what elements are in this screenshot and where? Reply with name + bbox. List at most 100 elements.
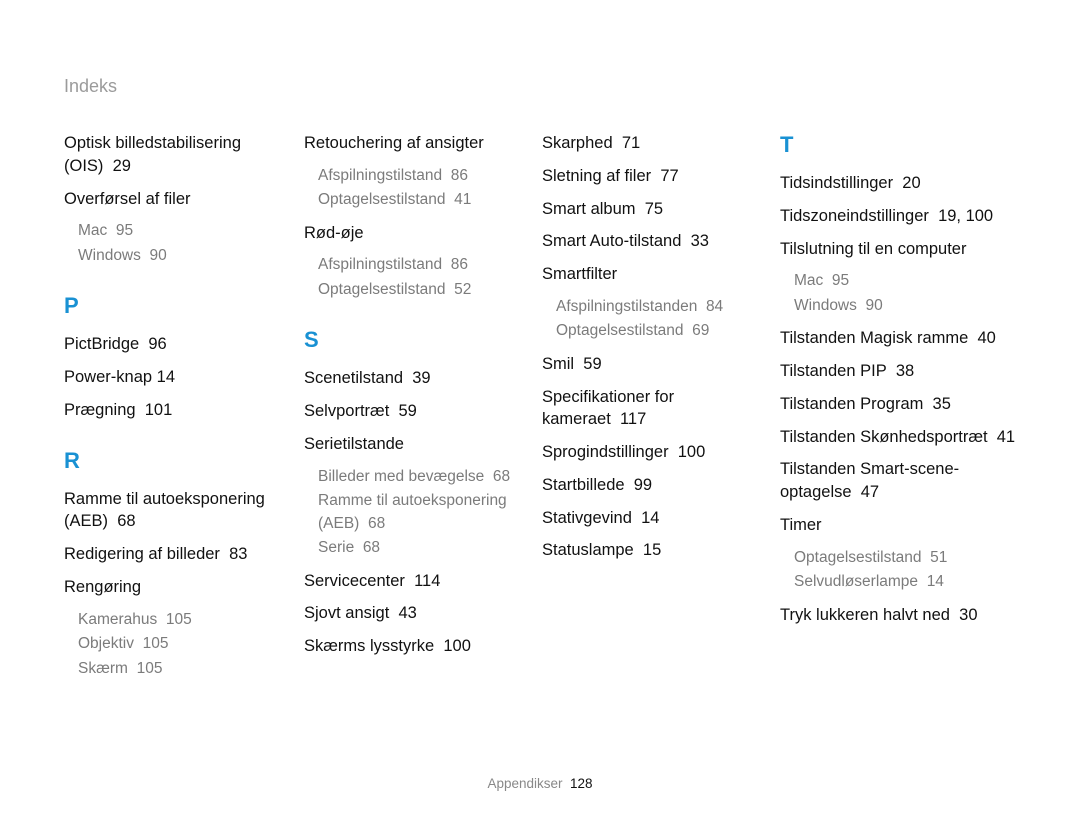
sub-entries: Afspilningstilstand 86 Optagelsestilstan… bbox=[304, 254, 542, 301]
sub-page: 69 bbox=[692, 322, 709, 339]
sub-label: Optagelsestilstand bbox=[556, 322, 684, 339]
entry-label: Startbillede bbox=[542, 476, 625, 494]
index-entry: Specifikationer for kameraet 117 bbox=[542, 386, 780, 432]
entry-page: 40 bbox=[977, 329, 995, 347]
sub-entry: Skærm 105 bbox=[78, 658, 304, 680]
sub-page: 68 bbox=[493, 468, 510, 485]
entry-page: 14 bbox=[157, 368, 175, 386]
sub-label: Optagelsestilstand bbox=[794, 549, 922, 566]
index-entry: Sprogindstillinger 100 bbox=[542, 441, 780, 464]
index-entry: Rengøring bbox=[64, 576, 304, 599]
index-entry: Servicecenter 114 bbox=[304, 570, 542, 593]
sub-entry: Kamerahus 105 bbox=[78, 609, 304, 631]
index-entry: Smart Auto-tilstand 33 bbox=[542, 230, 780, 253]
sub-label: Windows bbox=[78, 247, 141, 264]
entry-page: 100 bbox=[678, 443, 706, 461]
entry-label: Overførsel af filer bbox=[64, 190, 191, 208]
page-title: Indeks bbox=[64, 76, 117, 97]
sub-label: Optagelsestilstand bbox=[318, 281, 446, 298]
sub-label: Afspilningstilstand bbox=[318, 256, 442, 273]
footer-page-number: 128 bbox=[570, 776, 593, 791]
sub-label: Kamerahus bbox=[78, 611, 157, 628]
sub-entry: Selvudløserlampe 14 bbox=[794, 571, 1020, 593]
index-entry: Tilstanden Magisk ramme 40 bbox=[780, 327, 1020, 350]
entry-page: 43 bbox=[398, 604, 416, 622]
sub-entry: Afspilningstilstanden 84 bbox=[556, 296, 780, 318]
index-page: Indeks Optisk billedstabilisering (OIS) … bbox=[0, 0, 1080, 815]
footer-label: Appendikser bbox=[487, 776, 562, 791]
entry-page: 75 bbox=[645, 200, 663, 218]
entry-page: 33 bbox=[691, 232, 709, 250]
entry-label: Smart album bbox=[542, 200, 636, 218]
sub-entries: Afspilningstilstanden 84 Optagelsestilst… bbox=[542, 296, 780, 343]
entry-label: Rød-øje bbox=[304, 224, 364, 242]
index-entry: Smart album 75 bbox=[542, 198, 780, 221]
sub-entries: Optagelsestilstand 51 Selvudløserlampe 1… bbox=[780, 547, 1020, 594]
index-entry: Sletning af filer 77 bbox=[542, 165, 780, 188]
entry-page: 39 bbox=[412, 369, 430, 387]
entry-label: Serietilstande bbox=[304, 435, 404, 453]
entry-page: 101 bbox=[145, 401, 173, 419]
sub-label: Afspilningstilstanden bbox=[556, 298, 697, 315]
sub-entries: Billeder med bevægelse 68 Ramme til auto… bbox=[304, 466, 542, 560]
sub-page: 95 bbox=[832, 272, 849, 289]
entry-page: 117 bbox=[620, 410, 646, 428]
sub-entry: Optagelsestilstand 41 bbox=[318, 189, 542, 211]
entry-page: 30 bbox=[959, 606, 977, 624]
index-entry: Prægning 101 bbox=[64, 399, 304, 422]
entry-label: Scenetilstand bbox=[304, 369, 403, 387]
sub-page: 90 bbox=[150, 247, 167, 264]
sub-entry: Afspilningstilstand 86 bbox=[318, 254, 542, 276]
index-entry: Tidsindstillinger 20 bbox=[780, 172, 1020, 195]
sub-page: 52 bbox=[454, 281, 471, 298]
entry-label: Skærms lysstyrke bbox=[304, 637, 434, 655]
sub-entries: Mac 95 Windows 90 bbox=[780, 270, 1020, 317]
entry-label: Stativgevind bbox=[542, 509, 632, 527]
index-entry: Smartfilter bbox=[542, 263, 780, 286]
column-3: Skarphed 71 Sletning af filer 77 Smart a… bbox=[542, 132, 780, 690]
index-entry: Retouchering af ansigter bbox=[304, 132, 542, 155]
entry-label: PictBridge bbox=[64, 335, 139, 353]
entry-label: Power-knap bbox=[64, 368, 152, 386]
entry-label: Optisk billedstabilisering (OIS) bbox=[64, 134, 241, 175]
entry-label: Tryk lukkeren halvt ned bbox=[780, 606, 950, 624]
index-entry: Sjovt ansigt 43 bbox=[304, 602, 542, 625]
sub-entry: Ramme til autoeksponering (AEB) 68 bbox=[318, 490, 542, 535]
sub-entry: Objektiv 105 bbox=[78, 633, 304, 655]
entry-label: Skarphed bbox=[542, 134, 613, 152]
sub-page: 84 bbox=[706, 298, 723, 315]
entry-label: Smart Auto-tilstand bbox=[542, 232, 681, 250]
index-entry: Tilstanden Smart-scene-optagelse 47 bbox=[780, 458, 1020, 504]
sub-label: Ramme til autoeksponering (AEB) bbox=[318, 492, 507, 531]
entry-label: Specifikationer for kameraet bbox=[542, 388, 674, 429]
index-entry: Rød-øje bbox=[304, 222, 542, 245]
entry-label: Ramme til autoeksponering (AEB) bbox=[64, 490, 265, 531]
entry-page: 15 bbox=[643, 541, 661, 559]
sub-label: Mac bbox=[794, 272, 823, 289]
section-letter-s: S bbox=[304, 327, 542, 353]
sub-page: 105 bbox=[137, 660, 163, 677]
sub-label: Selvudløserlampe bbox=[794, 573, 918, 590]
index-entry: PictBridge 96 bbox=[64, 333, 304, 356]
sub-entry: Optagelsestilstand 51 bbox=[794, 547, 1020, 569]
entry-label: Servicecenter bbox=[304, 572, 405, 590]
sub-label: Windows bbox=[794, 297, 857, 314]
entry-label: Sletning af filer bbox=[542, 167, 651, 185]
entry-label: Selvportræt bbox=[304, 402, 389, 420]
entry-page: 35 bbox=[933, 395, 951, 413]
entry-label: Tidszoneindstillinger bbox=[780, 207, 929, 225]
entry-label: Sprogindstillinger bbox=[542, 443, 669, 461]
entry-page: 71 bbox=[622, 134, 640, 152]
entry-page: 59 bbox=[398, 402, 416, 420]
entry-page: 100 bbox=[443, 637, 471, 655]
index-entry: Tidszoneindstillinger 19, 100 bbox=[780, 205, 1020, 228]
index-entry: Timer bbox=[780, 514, 1020, 537]
sub-entry: Optagelsestilstand 52 bbox=[318, 279, 542, 301]
sub-entry: Serie 68 bbox=[318, 537, 542, 559]
sub-entries: Kamerahus 105 Objektiv 105 Skærm 105 bbox=[64, 609, 304, 680]
sub-label: Afspilningstilstand bbox=[318, 167, 442, 184]
sub-label: Billeder med bevægelse bbox=[318, 468, 484, 485]
index-columns: Optisk billedstabilisering (OIS) 29 Over… bbox=[64, 132, 1016, 690]
sub-page: 68 bbox=[368, 515, 385, 532]
entry-label: Tilstanden PIP bbox=[780, 362, 887, 380]
